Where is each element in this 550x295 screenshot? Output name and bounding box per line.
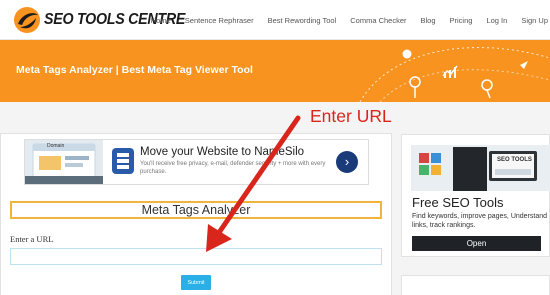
url-label: Enter a URL — [10, 234, 54, 244]
ad-arrow-button[interactable]: › — [336, 151, 358, 173]
sidebar-ad-text: Find keywords, improve pages, Understand… — [412, 213, 548, 229]
nav-blog[interactable]: Blog — [421, 16, 436, 25]
url-input[interactable] — [10, 248, 382, 265]
nav-sign-up[interactable]: Sign Up — [521, 16, 548, 25]
sidebar-ad-image: SEO TOOLS — [411, 145, 550, 191]
sidebar-ad-image-label: SEO TOOLS — [497, 157, 532, 163]
ad-image: Domain — [25, 140, 103, 184]
top-navigation: SEO TOOLS CENTRE Home Sentence Rephraser… — [0, 0, 550, 40]
submit-button[interactable]: Submit — [181, 275, 211, 290]
ad-image-label: Domain — [47, 143, 65, 149]
nav-sentence-rephraser[interactable]: Sentence Rephraser — [185, 16, 254, 25]
nav-best-rewording-tool[interactable]: Best Rewording Tool — [268, 16, 337, 25]
banner-decoration-icon — [359, 47, 550, 102]
nav-home[interactable]: Home — [151, 16, 171, 25]
server-icon — [112, 148, 134, 174]
page-banner: Meta Tags Analyzer | Best Meta Tag Viewe… — [0, 40, 550, 102]
advertisement-banner[interactable]: Domain Move your Website to NameSilo You… — [24, 139, 369, 185]
page-title: Meta Tags Analyzer | Best Meta Tag Viewe… — [16, 64, 253, 76]
nav-log-in[interactable]: Log In — [486, 16, 507, 25]
tool-heading: Meta Tags Analyzer — [10, 201, 382, 219]
enter-url-annotation: Enter URL — [310, 106, 392, 126]
nav-pricing[interactable]: Pricing — [450, 16, 473, 25]
main-menu: Home Sentence Rephraser Best Rewording T… — [151, 0, 550, 40]
sidebar-card-2 — [401, 275, 550, 295]
sidebar-ad-title: Free SEO Tools — [412, 195, 504, 210]
sidebar-open-button[interactable]: Open — [412, 236, 541, 251]
ad-title: Move your Website to NameSilo — [140, 146, 305, 158]
logo-icon — [12, 5, 42, 35]
ad-description: You'll receive free privacy, e-mail, def… — [140, 161, 326, 175]
nav-comma-checker[interactable]: Comma Checker — [350, 16, 406, 25]
